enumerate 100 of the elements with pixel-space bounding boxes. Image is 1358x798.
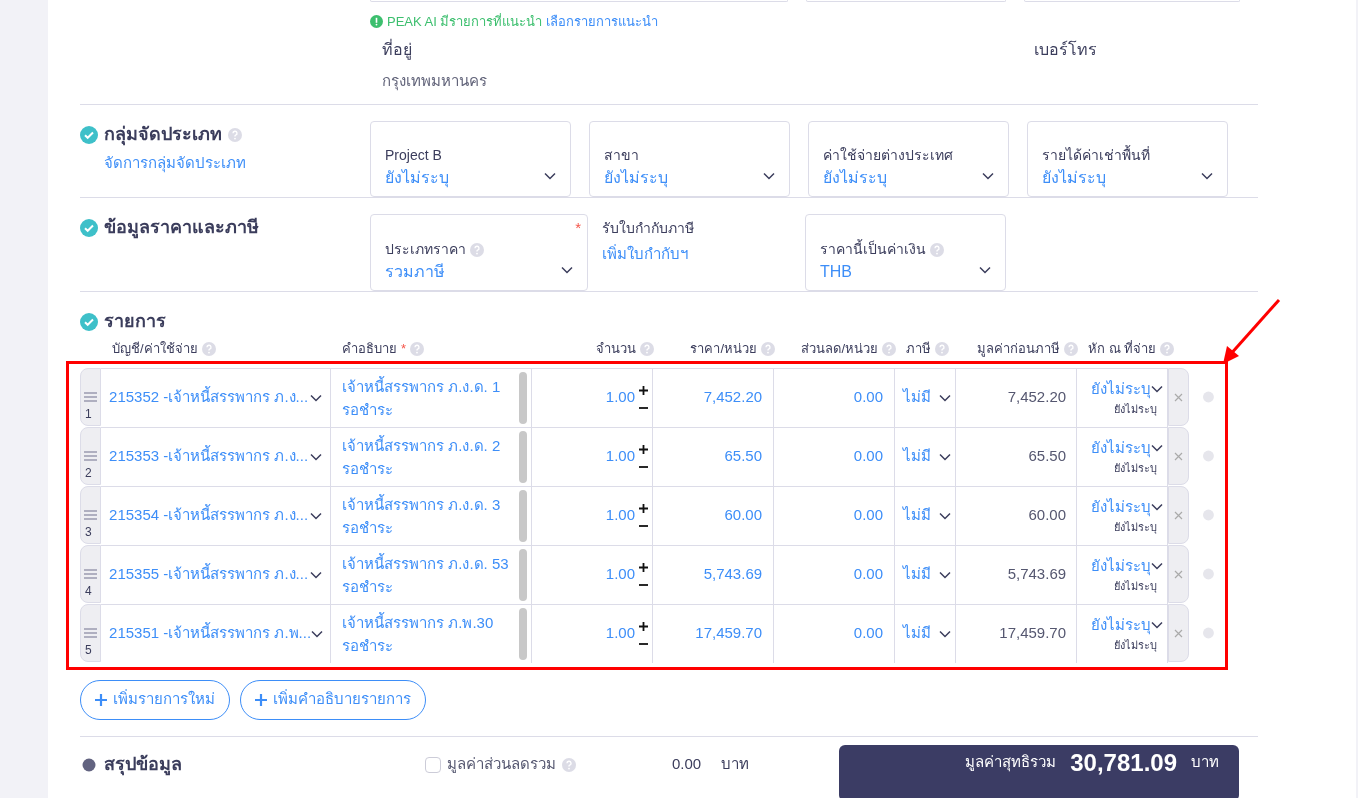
discount-total-value: 0.00 (672, 754, 702, 775)
column-header: บัญชี/ค่าใช้จ่าย (112, 340, 198, 358)
price-field[interactable]: 17,459.70 (695, 622, 763, 645)
discount-field[interactable]: 0.00 (853, 386, 884, 409)
plus-icon[interactable] (639, 445, 649, 454)
description-field[interactable]: เจ้าหนี้สรรพากร ภ.ง.ด. 2 รอชำระ (331, 427, 533, 486)
field-label: ประเภทราคา (385, 240, 466, 259)
dropdown-field[interactable]: ประเภทราคา รวมภาษี * (370, 214, 588, 291)
tax-select[interactable]: ไม่มี (895, 427, 957, 486)
drag-handle[interactable]: 3 (80, 486, 102, 544)
dropdown-field[interactable]: สาขา ยังไม่ระบุ (589, 121, 790, 197)
description-line: รอชำระ (342, 635, 395, 656)
pretax-amount: 65.50 (1028, 446, 1067, 467)
quantity-field[interactable]: 1.00 (605, 386, 636, 409)
column-header: มูลค่าก่อนภาษี (977, 340, 1060, 359)
description-line: รอชำระ (342, 458, 395, 479)
help-icon (410, 341, 425, 356)
account-select[interactable]: 215351 -เจ้าหนี้สรรพากร ภ.พ... (101, 604, 332, 663)
chevron-down-icon (310, 570, 323, 579)
drag-handle[interactable]: 1 (80, 368, 102, 426)
tax-select[interactable]: ไม่มี (895, 486, 957, 545)
ai-hint-text: PEAK AI มีรายการที่แนะนำ (387, 12, 543, 31)
dropdown-field[interactable]: ค่าใช้จ่ายต่างประเทศ ยังไม่ระบุ (808, 121, 1009, 197)
chevron-down-icon (763, 172, 775, 180)
checkbox[interactable] (425, 756, 441, 773)
price-field[interactable]: 60.00 (724, 504, 763, 527)
circle-icon (1203, 507, 1214, 523)
discount-field[interactable]: 0.00 (853, 563, 884, 586)
minus-icon[interactable] (639, 525, 649, 527)
help-icon (935, 341, 949, 356)
suggestion-link[interactable]: เลือกรายการแนะนำ (546, 12, 659, 32)
column-header: คำอธิบาย (342, 340, 397, 358)
drag-handle[interactable]: 5 (80, 604, 102, 662)
plus-icon (95, 693, 107, 706)
description-line: เจ้าหนี้สรรพากร ภ.พ.30 (342, 611, 494, 633)
dropdown-field[interactable]: Project B ยังไม่ระบุ (370, 121, 571, 197)
withholding-subtext: ยังไม่ระบุ (1114, 578, 1159, 594)
field-value: ยังไม่ระบุ (385, 168, 449, 190)
plus-icon[interactable] (639, 504, 649, 513)
column-header: จำนวน (596, 340, 636, 358)
dropdown-field[interactable]: ราคานี้เป็นค่าเงิน THB (805, 214, 1006, 291)
quantity-field[interactable]: 1.00 (605, 504, 636, 527)
tax-select[interactable]: ไม่มี (895, 545, 957, 604)
discount-field[interactable]: 0.00 (853, 622, 884, 645)
pretax-amount: 17,459.70 (999, 623, 1067, 644)
price-field[interactable]: 65.50 (724, 445, 763, 468)
drag-handle[interactable]: 2 (80, 427, 102, 485)
chevron-down-icon (939, 393, 952, 402)
withholding-subtext: ยังไม่ระบุ (1114, 401, 1159, 417)
drag-handle[interactable]: 4 (80, 545, 102, 603)
minus-icon[interactable] (639, 643, 649, 645)
description-field[interactable]: เจ้าหนี้สรรพากร ภ.ง.ด. 3 รอชำระ (331, 486, 533, 545)
field-label: รายได้ค่าเช่าพื้นที่ (1042, 145, 1150, 165)
description-field[interactable]: เจ้าหนี้สรรพากร ภ.ง.ด. 1 รอชำระ (331, 368, 533, 427)
row-number: 2 (85, 465, 92, 482)
quantity-field[interactable]: 1.00 (605, 445, 636, 468)
withholding-subtext: ยังไม่ระบุ (1114, 519, 1159, 535)
account-select[interactable]: 215353 -เจ้าหนี้สรรพากร ภ.ง... (101, 427, 332, 486)
chevron-down-icon (310, 511, 323, 520)
discount-field[interactable]: 0.00 (853, 504, 884, 527)
field-value: ยังไม่ระบุ (604, 168, 668, 190)
price-field[interactable]: 5,743.69 (703, 563, 763, 586)
plus-icon[interactable] (639, 563, 649, 572)
currency-unit: บาท (721, 754, 750, 775)
chevron-down-icon (979, 266, 991, 274)
minus-icon[interactable] (639, 584, 649, 586)
help-icon (1064, 341, 1078, 356)
account-select[interactable]: 215354 -เจ้าหนี้สรรพากร ภ.ง... (101, 486, 332, 545)
description-line: เจ้าหนี้สรรพากร ภ.ง.ด. 3 (342, 493, 501, 515)
tax-select[interactable]: ไม่มี (895, 368, 957, 427)
plus-icon[interactable] (639, 622, 649, 631)
dropdown-field[interactable]: รายได้ค่าเช่าพื้นที่ ยังไม่ระบุ (1027, 121, 1228, 197)
help-icon (470, 242, 484, 257)
net-total-value: 30,781.09 (1070, 750, 1177, 775)
price-field[interactable]: 7,452.20 (703, 386, 763, 409)
minus-icon[interactable] (639, 466, 649, 468)
account-select[interactable]: 215352 -เจ้าหนี้สรรพากร ภ.ง... (101, 368, 332, 427)
description-field[interactable]: เจ้าหนี้สรรพากร ภ.ง.ด. 53 รอชำระ (331, 545, 533, 604)
close-icon (1174, 451, 1184, 461)
account-select[interactable]: 215355 -เจ้าหนี้สรรพากร ภ.ง... (101, 545, 332, 604)
quantity-field[interactable]: 1.00 (605, 622, 636, 645)
circle-icon (1203, 625, 1214, 641)
description-line: เจ้าหนี้สรรพากร ภ.ง.ด. 2 (342, 434, 501, 456)
minus-icon[interactable] (639, 407, 649, 409)
column-header: ส่วนลด/หน่วย (801, 340, 878, 358)
tax-select[interactable]: ไม่มี (895, 604, 957, 663)
help-icon (228, 127, 242, 142)
description-line: เจ้าหนี้สรรพากร ภ.ง.ด. 53 (342, 552, 509, 574)
add-invoice-link[interactable]: เพิ่มใบกำกับฯ (602, 243, 805, 266)
quantity-field[interactable]: 1.00 (605, 563, 636, 586)
field-value: ยังไม่ระบุ (1042, 168, 1107, 190)
plus-icon[interactable] (639, 386, 649, 395)
discount-field[interactable]: 0.00 (853, 445, 884, 468)
field-label: Project B (385, 146, 442, 165)
chevron-down-icon (310, 393, 323, 402)
chevron-down-icon (1151, 444, 1164, 453)
description-field[interactable]: เจ้าหนี้สรรพากร ภ.พ.30 รอชำระ (331, 604, 533, 663)
drag-handle-icon (84, 628, 98, 638)
manage-link[interactable]: จัดการกลุ่มจัดประเภท (104, 152, 370, 175)
help-icon (761, 341, 775, 356)
